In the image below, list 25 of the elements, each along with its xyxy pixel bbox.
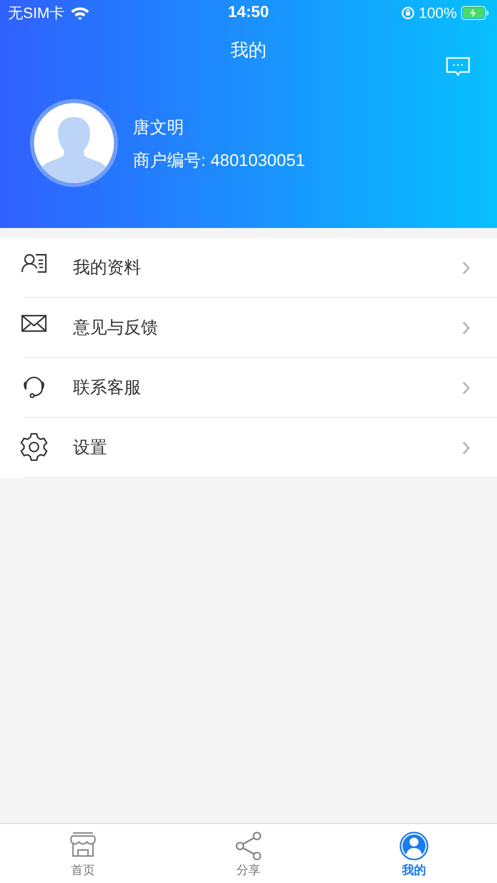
merchant-id: 商户编号: 4801030051 bbox=[133, 150, 305, 172]
chevron-icon bbox=[462, 440, 471, 454]
message-icon[interactable] bbox=[446, 57, 470, 77]
menu-item[interactable]: 联系客服 bbox=[24, 358, 497, 418]
rotation-lock-icon bbox=[400, 6, 415, 20]
page-title: 我的 bbox=[230, 39, 266, 62]
share-icon bbox=[234, 831, 264, 861]
menu-item[interactable]: 我的资料 bbox=[24, 238, 497, 298]
tab-item[interactable]: 分享 bbox=[166, 824, 332, 883]
battery-percent: 100% bbox=[418, 4, 457, 22]
tab-item[interactable]: 我的 bbox=[331, 824, 497, 883]
chevron-icon bbox=[462, 260, 471, 274]
menu-item[interactable]: 意见与反馈 bbox=[24, 298, 497, 358]
person-icon bbox=[399, 831, 430, 861]
chevron-icon bbox=[462, 320, 471, 334]
settings-icon bbox=[19, 432, 49, 462]
battery-charging-icon bbox=[460, 6, 489, 20]
wifi-icon bbox=[70, 6, 90, 20]
tab-item[interactable]: 首页 bbox=[0, 824, 166, 883]
menu-item[interactable]: 设置 bbox=[24, 418, 497, 478]
user-name: 唐文明 bbox=[133, 117, 185, 139]
carrier-label: 无SIM卡 bbox=[8, 4, 65, 22]
clock-time: 14:50 bbox=[228, 4, 269, 22]
chevron-icon bbox=[462, 380, 471, 394]
avatar-icon bbox=[29, 98, 119, 188]
